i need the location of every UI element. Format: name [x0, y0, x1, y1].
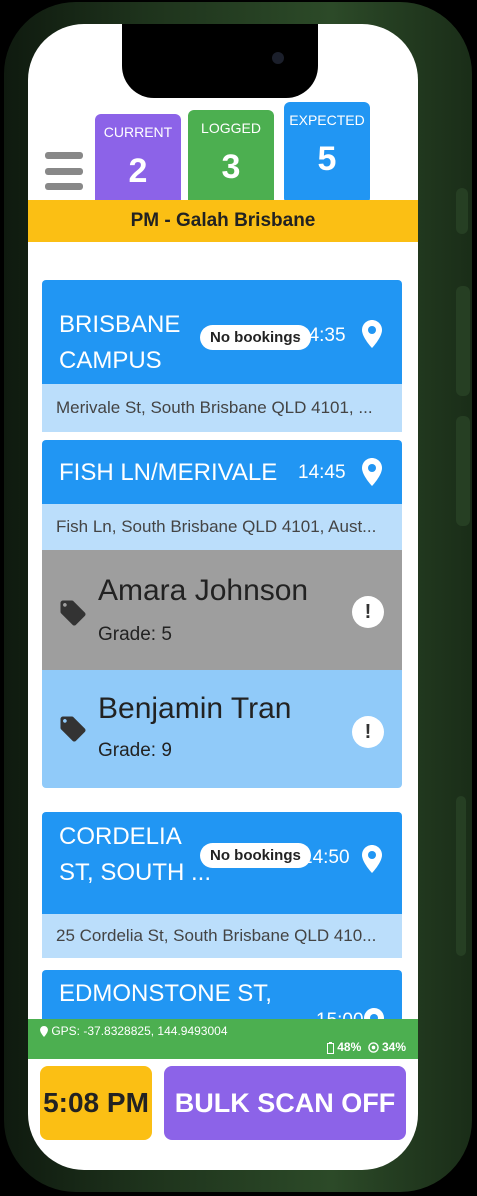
student-grade: Grade: 9	[98, 740, 172, 761]
stop-address: Merivale St, South Brisbane QLD 4101, ..…	[42, 384, 402, 432]
menu-icon[interactable]	[45, 152, 83, 190]
gps-readout: GPS: -37.8328825, 144.9493004	[40, 1024, 228, 1038]
expected-counter[interactable]: EXPECTED 5	[284, 102, 370, 204]
current-value: 2	[128, 152, 148, 190]
tag-icon	[60, 600, 86, 626]
stop-time: 14:45	[298, 462, 346, 483]
signal-level: 34%	[381, 1040, 406, 1054]
alert-icon[interactable]: !	[352, 716, 384, 748]
expected-label: EXPECTED	[289, 112, 365, 128]
phone-frame: CURRENT 2 LOGGED 3 EXPECTED 5 PM - Galah…	[4, 2, 472, 1192]
student-row[interactable]: Amara Johnson Grade: 5 !	[42, 550, 402, 670]
app-screen: CURRENT 2 LOGGED 3 EXPECTED 5 PM - Galah…	[28, 24, 418, 1170]
stop-name-line1: EDMONSTONE ST,	[59, 980, 272, 1007]
stop-name-line1: BRISBANE	[59, 311, 181, 338]
phone-notch	[122, 24, 318, 98]
gps-status-bar: GPS: -37.8328825, 144.9493004 48% 34%	[28, 1019, 418, 1059]
location-pin-icon[interactable]	[362, 320, 382, 348]
gps-coordinates: GPS: -37.8328825, 144.9493004	[51, 1024, 228, 1038]
stop-card[interactable]: FISH LN/MERIVALE 14:45	[42, 440, 402, 504]
location-pin-icon[interactable]	[362, 458, 382, 486]
student-name: Amara Johnson	[98, 574, 309, 607]
stop-address: 25 Cordelia St, South Brisbane QLD 410..…	[42, 914, 402, 958]
no-bookings-badge: No bookings	[200, 325, 311, 350]
stop-name-line2: CAMPUS	[59, 347, 162, 374]
signal-icon	[367, 1042, 379, 1054]
battery-icon	[326, 1041, 334, 1054]
stop-name-line1: FISH LN/MERIVALE	[59, 459, 278, 486]
battery-level: 48%	[337, 1040, 362, 1054]
logged-value: 3	[221, 148, 241, 186]
stop-card[interactable]: BRISBANE CAMPUS No bookings 14:35	[42, 280, 402, 384]
route-title: PM - Galah Brisbane	[28, 200, 418, 242]
student-name: Benjamin Tran	[98, 692, 292, 725]
stop-time: 14:50	[302, 847, 350, 868]
location-pin-icon[interactable]	[362, 845, 382, 873]
stop-name-line2: ST, SOUTH ...	[59, 859, 212, 886]
volume-up-button	[456, 286, 470, 396]
location-pin-icon	[40, 1026, 48, 1038]
side-switch	[456, 188, 468, 234]
student-row[interactable]: Benjamin Tran Grade: 9 !	[42, 670, 402, 788]
volume-down-button	[456, 416, 470, 526]
current-label: CURRENT	[103, 124, 173, 140]
camera-icon	[272, 52, 284, 64]
tag-icon	[60, 716, 86, 742]
stop-name-line1: CORDELIA	[59, 823, 182, 850]
logged-label: LOGGED	[201, 120, 261, 136]
alert-icon[interactable]: !	[352, 596, 384, 628]
device-status: 48% 34%	[326, 1040, 406, 1054]
stop-address: Fish Ln, South Brisbane QLD 4101, Aust..…	[42, 504, 402, 550]
logged-counter[interactable]: LOGGED 3	[188, 110, 274, 212]
stop-card[interactable]: CORDELIA ST, SOUTH ... No bookings 14:50	[42, 812, 402, 914]
bulk-scan-button[interactable]: BULK SCAN OFF	[164, 1066, 406, 1140]
stop-time: 14:35	[298, 325, 346, 346]
no-bookings-badge: No bookings	[200, 843, 311, 868]
power-button	[456, 796, 466, 956]
student-grade: Grade: 5	[98, 624, 172, 645]
expected-value: 5	[317, 140, 337, 178]
clock-button[interactable]: 5:08 PM	[40, 1066, 152, 1140]
